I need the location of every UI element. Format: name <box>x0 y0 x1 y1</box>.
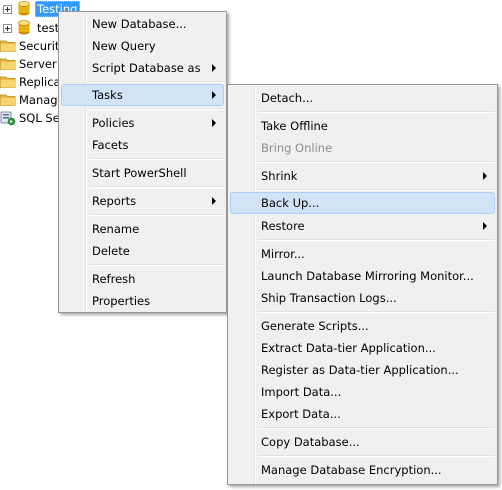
menu-separator <box>258 189 495 191</box>
database-icon <box>18 20 30 35</box>
menu-item-label: Tasks <box>92 88 123 102</box>
menu-separator <box>258 427 495 429</box>
database-icon <box>18 1 30 16</box>
menu-item-label: Bring Online <box>261 141 333 155</box>
menu-separator <box>258 161 495 163</box>
menu-item-label: Rename <box>92 222 140 236</box>
menu-item-label: Take Offline <box>261 119 328 133</box>
menu-item-label: Register as Data-tier Application... <box>261 363 459 377</box>
menu-separator <box>258 455 495 457</box>
menu-item-bring-online: Bring Online <box>230 137 495 159</box>
expand-icon[interactable] <box>3 5 12 14</box>
tree-label[interactable]: SQL Se <box>18 110 61 126</box>
menu-separator <box>258 111 495 113</box>
database-context-menu: New Database... New Query Script Databas… <box>58 11 227 313</box>
folder-icon <box>0 58 16 70</box>
tasks-submenu: Detach... Take Offline Bring Online Shri… <box>227 84 498 485</box>
submenu-arrow-icon <box>212 197 216 205</box>
submenu-arrow-icon <box>212 119 216 127</box>
menu-item-label: Mirror... <box>261 247 305 261</box>
menu-item-start-powershell[interactable]: Start PowerShell <box>61 162 224 184</box>
menu-item-new-query[interactable]: New Query <box>61 35 224 57</box>
menu-item-back-up[interactable]: Back Up... <box>230 192 495 214</box>
tree-label[interactable]: Replica <box>18 74 62 90</box>
menu-item-new-database[interactable]: New Database... <box>61 13 224 35</box>
menu-item-label: Launch Database Mirroring Monitor... <box>261 269 474 283</box>
menu-item-label: Facets <box>92 138 129 152</box>
menu-separator <box>89 264 224 266</box>
menu-item-label: Script Database as <box>92 61 201 75</box>
menu-item-generate-scripts[interactable]: Generate Scripts... <box>230 315 495 337</box>
menu-item-label: Reports <box>92 194 137 208</box>
folder-icon <box>0 76 16 88</box>
menu-item-shrink[interactable]: Shrink <box>230 165 495 187</box>
submenu-arrow-icon <box>483 222 487 230</box>
menu-item-facets[interactable]: Facets <box>61 134 224 156</box>
menu-item-label: Export Data... <box>261 407 341 421</box>
menu-item-reports[interactable]: Reports <box>61 190 224 212</box>
menu-item-label: Detach... <box>261 91 314 105</box>
menu-separator <box>89 81 224 83</box>
menu-item-label: Restore <box>261 219 305 233</box>
folder-icon <box>0 40 16 52</box>
menu-item-label: Refresh <box>92 272 136 286</box>
expand-icon[interactable] <box>3 24 12 33</box>
menu-item-label: New Query <box>92 39 156 53</box>
tree-label[interactable]: test <box>36 20 60 36</box>
menu-item-manage-encryption[interactable]: Manage Database Encryption... <box>230 459 495 481</box>
menu-separator <box>89 108 224 110</box>
menu-item-label: Back Up... <box>261 196 320 210</box>
menu-item-label: Properties <box>92 294 151 308</box>
menu-item-tasks[interactable]: Tasks <box>61 84 224 106</box>
tree-label[interactable]: Manag <box>18 92 59 108</box>
menu-item-register-data-tier[interactable]: Register as Data-tier Application... <box>230 359 495 381</box>
menu-item-rename[interactable]: Rename <box>61 218 224 240</box>
menu-item-detach[interactable]: Detach... <box>230 87 495 109</box>
submenu-arrow-icon <box>212 64 216 72</box>
menu-separator <box>89 186 224 188</box>
menu-item-label: Shrink <box>261 169 298 183</box>
sql-agent-icon <box>0 111 16 126</box>
menu-item-label: Policies <box>92 116 135 130</box>
submenu-arrow-icon <box>483 172 487 180</box>
menu-item-label: Start PowerShell <box>92 166 187 180</box>
menu-item-export-data[interactable]: Export Data... <box>230 403 495 425</box>
menu-item-label: Extract Data-tier Application... <box>261 341 436 355</box>
menu-separator <box>89 158 224 160</box>
menu-item-copy-database[interactable]: Copy Database... <box>230 431 495 453</box>
menu-item-label: Import Data... <box>261 385 342 399</box>
menu-item-label: Copy Database... <box>261 435 360 449</box>
folder-icon <box>0 94 16 106</box>
menu-item-policies[interactable]: Policies <box>61 112 224 134</box>
menu-item-restore[interactable]: Restore <box>230 215 495 237</box>
menu-item-refresh[interactable]: Refresh <box>61 268 224 290</box>
submenu-arrow-icon <box>212 91 216 99</box>
menu-item-import-data[interactable]: Import Data... <box>230 381 495 403</box>
menu-item-label: Generate Scripts... <box>261 319 369 333</box>
menu-item-delete[interactable]: Delete <box>61 240 224 262</box>
menu-item-properties[interactable]: Properties <box>61 290 224 312</box>
menu-item-extract-data-tier[interactable]: Extract Data-tier Application... <box>230 337 495 359</box>
menu-item-script-database-as[interactable]: Script Database as <box>61 57 224 79</box>
menu-item-ship-transaction-logs[interactable]: Ship Transaction Logs... <box>230 287 495 309</box>
menu-item-label: Manage Database Encryption... <box>261 463 442 477</box>
menu-item-label: New Database... <box>92 17 187 31</box>
menu-item-label: Ship Transaction Logs... <box>261 291 397 305</box>
menu-item-label: Delete <box>92 244 130 258</box>
menu-item-mirror[interactable]: Mirror... <box>230 243 495 265</box>
menu-item-take-offline[interactable]: Take Offline <box>230 115 495 137</box>
menu-item-launch-mirroring-monitor[interactable]: Launch Database Mirroring Monitor... <box>230 265 495 287</box>
menu-separator <box>89 214 224 216</box>
menu-separator <box>258 311 495 313</box>
menu-separator <box>258 239 495 241</box>
